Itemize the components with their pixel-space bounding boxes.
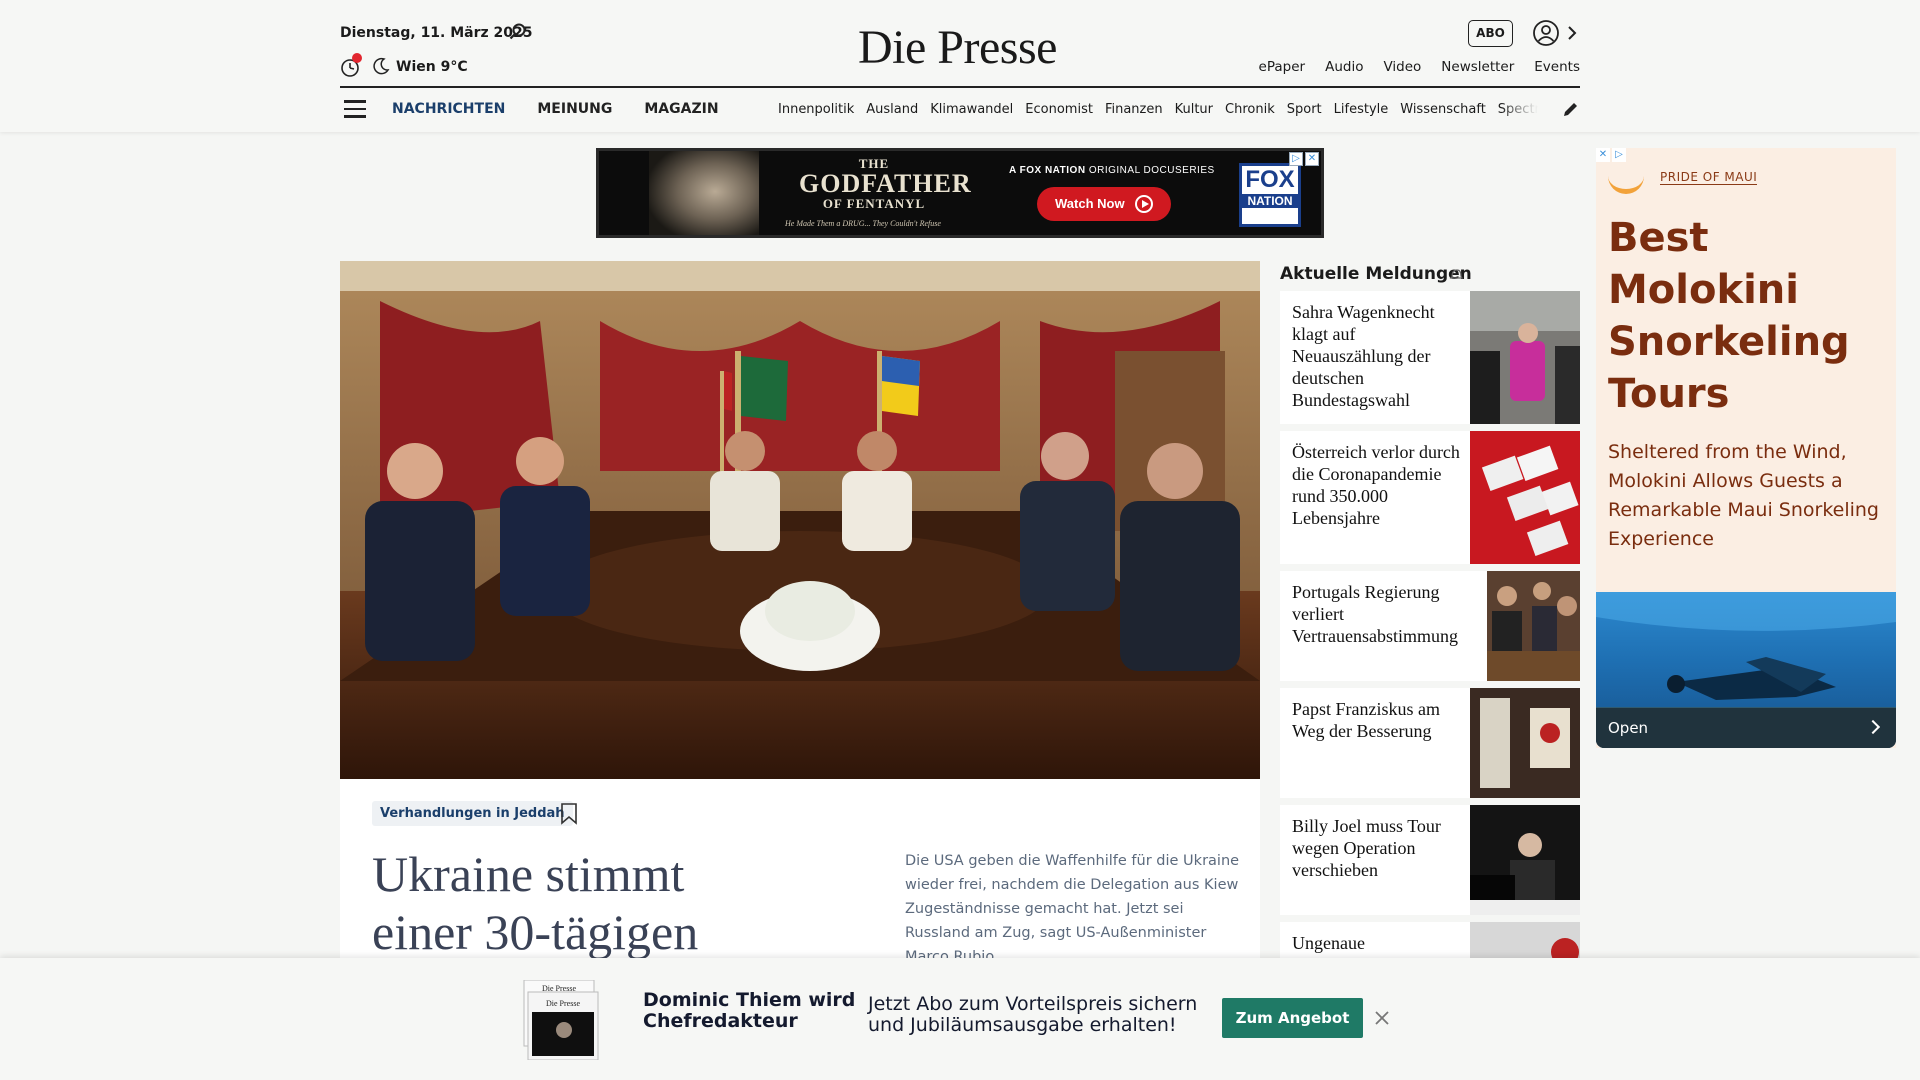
header-inner: Dienstag, 11. März 2025 Wien 9°C Die Pre… (340, 0, 1580, 132)
news-list-item[interactable]: Österreich verlor durch die Coronapandem… (1280, 431, 1580, 564)
section-link[interactable]: Sport (1287, 102, 1322, 117)
play-icon (1135, 195, 1153, 213)
nav-magazin[interactable]: MAGAZIN (644, 101, 718, 117)
menu-icon[interactable] (344, 100, 366, 118)
fox-nation-logo: FOX NATION (1239, 163, 1301, 227)
search-icon[interactable] (508, 22, 528, 42)
news-thumbnail (1470, 688, 1580, 798)
bookmark-icon[interactable] (560, 803, 578, 825)
news-item-title: Ungenaue (1292, 933, 1365, 953)
top-links: ePaper Audio Video Newsletter Events (1259, 59, 1580, 75)
section-link[interactable]: Klimawandel (930, 102, 1013, 117)
news-item-title: Portugals Regierung verliert Vertrauensa… (1292, 582, 1458, 646)
ad-title: THE GODFATHER OF FENTANYL (799, 156, 972, 211)
paper-masthead: Die Presse (546, 999, 580, 1008)
ad-open-button[interactable]: Open (1596, 708, 1896, 748)
news-list-item[interactable]: Papst Franziskus am Weg der Besserung (1280, 688, 1580, 798)
news-list-item[interactable]: Billy Joel muss Tour wegen Operation ver… (1280, 805, 1580, 915)
banner-headline: Dominic Thiem wird Chefredakteur (643, 989, 856, 1032)
subscription-banner: Die Presse Die Presse Dominic Thiem wird… (0, 958, 1920, 1080)
top-link-newsletter[interactable]: Newsletter (1441, 59, 1514, 75)
news-thumbnail (1487, 571, 1580, 681)
news-section-heading: Aktuelle Meldungen (1280, 264, 1472, 284)
chevron-right-icon[interactable] (1566, 24, 1578, 42)
top-link-events[interactable]: Events (1534, 59, 1580, 75)
abo-button[interactable]: ABO (1468, 20, 1513, 47)
ad-choices[interactable]: ▷ ✕ (1289, 152, 1319, 166)
zum-angebot-button[interactable]: Zum Angebot (1222, 998, 1363, 1038)
adchoices-icon[interactable]: ▷ (1289, 152, 1303, 166)
chevron-right-icon (1865, 719, 1881, 735)
section-link[interactable]: Wissenschaft (1400, 102, 1486, 117)
hero-article-card[interactable]: Verhandlungen in Jeddah Ukraine stimmt e… (340, 779, 1260, 980)
top-link-epaper[interactable]: ePaper (1259, 59, 1306, 75)
top-banner-ad[interactable]: THE GODFATHER OF FENTANYL He Made Them a… (596, 148, 1324, 238)
close-icon[interactable]: ✕ (1305, 152, 1319, 166)
ad-tagline: He Made Them a DRUG... They Couldn't Ref… (785, 219, 941, 228)
news-list-item[interactable]: Sahra Wagenknecht klagt auf Neuauszählun… (1280, 291, 1580, 424)
section-nav: Innenpolitik Ausland Klimawandel Economi… (778, 102, 1538, 117)
ad-headline[interactable]: Best Molokini Snorkeling Tours (1608, 212, 1888, 420)
section-link[interactable]: Kultur (1175, 102, 1213, 117)
site-header: Dienstag, 11. März 2025 Wien 9°C Die Pre… (0, 0, 1920, 132)
section-link[interactable]: Ausland (866, 102, 918, 117)
user-account-icon[interactable] (1532, 19, 1560, 47)
hero-image[interactable] (340, 261, 1260, 779)
news-list-item[interactable]: Portugals Regierung verliert Vertrauensa… (1280, 571, 1580, 681)
bell-icon[interactable] (1448, 266, 1464, 282)
section-link[interactable]: Spectrum (1498, 102, 1538, 117)
ad-brand[interactable]: PRIDE OF MAUI (1660, 170, 1758, 185)
watch-now-button[interactable]: Watch Now (1037, 187, 1171, 221)
header-divider (340, 86, 1580, 88)
hero-headline[interactable]: Ukraine stimmt einer 30-tägigen (372, 845, 792, 961)
banner-offer: Jetzt Abo zum Vorteilspreis sichern und … (868, 993, 1198, 1036)
main-nav: NACHRICHTEN MEINUNG MAGAZIN (392, 101, 719, 117)
maui-logo-icon (1608, 172, 1644, 194)
moon-icon (373, 57, 390, 75)
ad-photo[interactable]: Open (1596, 592, 1896, 748)
news-item-title: Papst Franziskus am Weg der Besserung (1292, 699, 1440, 741)
news-thumbnail (1470, 805, 1580, 915)
section-link[interactable]: Lifestyle (1334, 102, 1389, 117)
ad-portrait (649, 151, 759, 235)
meeting-photo (340, 261, 1260, 779)
weather-info[interactable]: Wien 9°C (396, 59, 468, 75)
site-logo[interactable]: Die Presse (858, 20, 1057, 75)
side-ad[interactable]: ✕ ▷ PRIDE OF MAUI Best Molokini Snorkelin… (1596, 148, 1896, 748)
news-thumbnail (1470, 431, 1580, 564)
close-icon[interactable]: ✕ (1596, 148, 1610, 162)
ad-network: A FOX NATION ORIGINAL DOCUSERIES (1009, 165, 1215, 176)
top-link-video[interactable]: Video (1383, 59, 1421, 75)
newspaper-icon: Die Presse Die Presse (522, 979, 602, 1061)
news-item-title: Österreich verlor durch die Coronapandem… (1292, 442, 1460, 528)
section-link[interactable]: Chronik (1225, 102, 1275, 117)
section-link[interactable]: Finanzen (1105, 102, 1163, 117)
article-topic-tag[interactable]: Verhandlungen in Jeddah (372, 801, 573, 826)
news-item-title: Billy Joel muss Tour wegen Operation ver… (1292, 816, 1441, 880)
news-item-title: Sahra Wagenknecht klagt auf Neuauszählun… (1292, 302, 1435, 410)
top-link-audio[interactable]: Audio (1325, 59, 1363, 75)
nav-nachrichten[interactable]: NACHRICHTEN (392, 101, 505, 117)
close-icon[interactable] (1374, 1010, 1390, 1026)
current-date: Dienstag, 11. März 2025 (340, 25, 533, 41)
ad-description: Sheltered from the Wind, Molokini Allows… (1608, 441, 1879, 550)
notification-badge (352, 53, 362, 63)
news-thumbnail (1470, 291, 1580, 424)
nav-meinung[interactable]: MEINUNG (537, 101, 612, 117)
section-link[interactable]: Economist (1025, 102, 1093, 117)
section-link[interactable]: Innenpolitik (778, 102, 854, 117)
pencil-icon[interactable] (1562, 100, 1580, 118)
ad-choices[interactable]: ✕ ▷ (1596, 148, 1626, 162)
adchoices-icon[interactable]: ▷ (1612, 148, 1626, 162)
hero-lead: Die USA geben die Waffenhilfe für die Uk… (905, 853, 1240, 965)
